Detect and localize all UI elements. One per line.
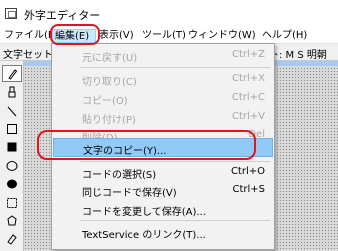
menu-window[interactable]: ウィンドウ(W) <box>188 29 256 43</box>
rectangle-select-tool[interactable] <box>2 194 22 211</box>
title-bar: 外字エディター <box>0 0 338 27</box>
eraser-tool[interactable] <box>2 230 22 247</box>
hollow-ellipse-tool[interactable] <box>2 157 22 174</box>
brush-tool[interactable] <box>2 83 22 100</box>
line-icon <box>7 106 17 116</box>
filled-ellipse-icon <box>7 179 17 188</box>
app-icon <box>5 8 17 19</box>
edit-menu-dropdown: 元に戻す(U) Ctrl+Z 切り取り(C) Ctrl+X コピー(O) Ctr… <box>51 43 275 250</box>
hollow-ellipse-icon <box>6 160 18 171</box>
hollow-rectangle-icon <box>7 123 17 134</box>
menu-item-paste[interactable]: 貼り付け(P) Ctrl+V <box>53 108 273 126</box>
filled-ellipse-tool[interactable] <box>2 175 22 192</box>
menu-item-copy[interactable]: コピー(O) Ctrl+C <box>53 89 273 107</box>
menu-item-save-same-code[interactable]: 同じコードで保存(V) Ctrl+S <box>53 181 273 199</box>
freeform-select-tool[interactable] <box>2 212 22 229</box>
filled-rectangle-tool[interactable] <box>2 138 22 155</box>
pencil-tool[interactable] <box>2 65 22 82</box>
menu-separator <box>80 161 270 162</box>
menu-help[interactable]: ヘルプ(H) <box>262 29 307 43</box>
pencil-icon <box>8 68 18 80</box>
menu-bar: ファイル(F) 編集(E) 表示(V) ツール(T) ウィンドウ(W) ヘルプ(… <box>0 27 338 44</box>
menu-view[interactable]: 表示(V) <box>99 29 134 43</box>
menu-item-select-code[interactable]: コードの選択(S) Ctrl+O <box>53 163 273 181</box>
line-tool[interactable] <box>2 102 22 119</box>
tool-palette <box>0 61 24 251</box>
freeform-select-icon <box>7 214 17 225</box>
eraser-icon <box>7 233 17 245</box>
menu-edit[interactable]: 編集(E) <box>52 29 96 43</box>
brush-icon <box>8 86 16 97</box>
menu-item-undo[interactable]: 元に戻す(U) Ctrl+Z <box>53 46 273 64</box>
menu-item-cut[interactable]: 切り取り(C) Ctrl+X <box>53 70 273 88</box>
window-title: 外字エディター <box>24 9 101 22</box>
rectangle-select-icon <box>7 197 17 208</box>
menu-item-copy-character[interactable]: 文字のコピー(Y)... <box>53 138 273 157</box>
menu-separator <box>80 220 270 221</box>
menu-item-textservice-link[interactable]: TextService のリンク(T)... <box>53 223 273 241</box>
filled-rectangle-icon <box>7 142 17 151</box>
hollow-rectangle-tool[interactable] <box>2 120 22 137</box>
charset-label: 文字セット: <box>3 50 57 61</box>
menu-tools[interactable]: ツール(T) <box>142 29 186 43</box>
menu-separator <box>80 67 270 68</box>
menu-file[interactable]: ファイル(F) <box>4 29 58 43</box>
menu-item-save-change-code[interactable]: コードを変更して保存(A)... <box>53 200 273 218</box>
